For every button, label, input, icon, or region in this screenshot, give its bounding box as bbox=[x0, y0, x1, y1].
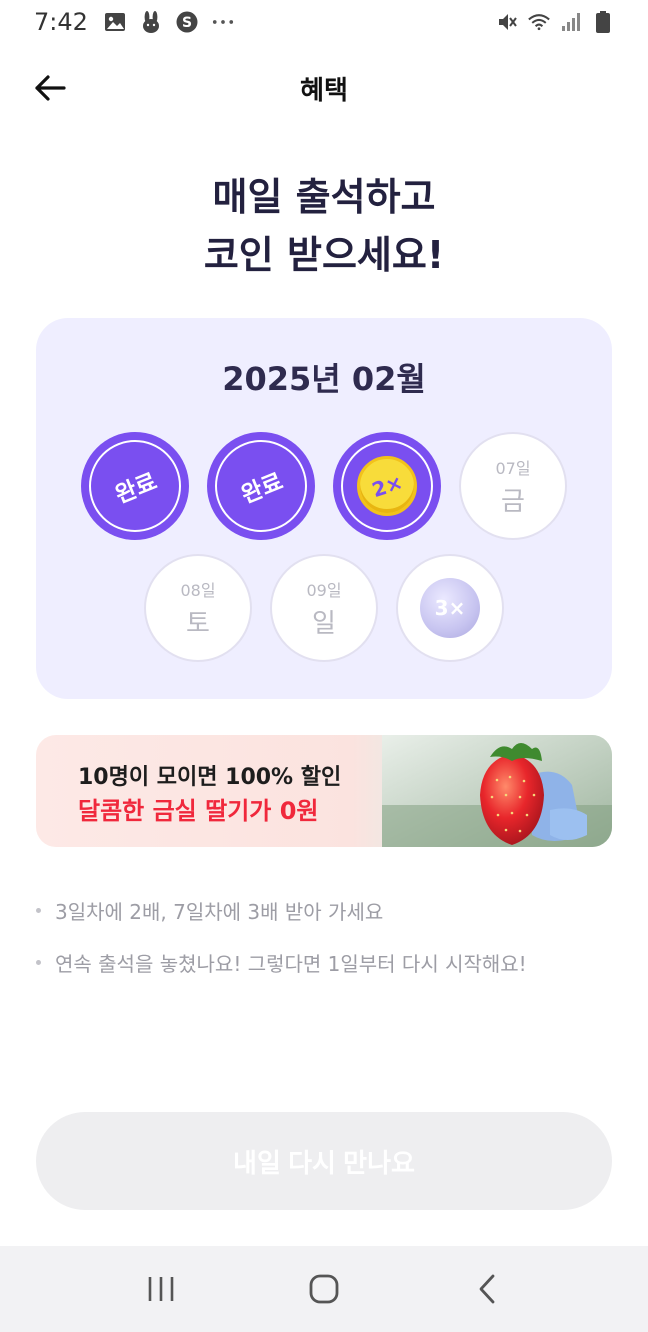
note-text: 연속 출석을 놓쳤나요! 그렇다면 1일부터 다시 시작해요! bbox=[55, 951, 527, 976]
status-bar: 7:42 S bbox=[0, 0, 648, 44]
s-app-icon: S bbox=[176, 11, 198, 33]
nav-back-button[interactable] bbox=[457, 1259, 517, 1319]
recent-apps-icon bbox=[149, 1277, 174, 1301]
back-button[interactable] bbox=[32, 70, 68, 106]
wifi-icon bbox=[528, 11, 550, 33]
month-title: 2025년 02월 bbox=[222, 360, 426, 398]
coin-3x-icon: 3× bbox=[420, 578, 480, 638]
day-weekday: 토 bbox=[186, 608, 210, 639]
day-weekday: 일 bbox=[312, 608, 336, 639]
see-you-tomorrow-button[interactable]: 내일 다시 만나요 bbox=[36, 1112, 612, 1210]
attendance-calendar-card: 2025년 02월 완료 완료 2× 07일 금 08일 토 09일 일 3× bbox=[36, 318, 612, 699]
day-weekday: 금 bbox=[501, 486, 525, 517]
note-item: 3일차에 2배, 7일차에 3배 받아 가세요 bbox=[36, 884, 612, 936]
coin-3x-label: 3× bbox=[434, 596, 466, 620]
day-stamp-done: 완료 bbox=[207, 432, 315, 540]
status-right-icons bbox=[496, 11, 614, 33]
home-icon bbox=[309, 1274, 339, 1304]
banner-subheadline: 달콤한 금실 딸기가 0원 bbox=[78, 797, 319, 825]
svg-text:S: S bbox=[182, 15, 192, 31]
day-date: 09일 bbox=[306, 580, 342, 600]
status-time: 7:42 bbox=[34, 8, 88, 36]
mute-icon bbox=[496, 11, 518, 33]
bunny-icon bbox=[140, 11, 162, 33]
app-header: 혜택 bbox=[0, 56, 648, 120]
note-text: 3일차에 2배, 7일차에 3배 받아 가세요 bbox=[55, 899, 384, 924]
more-dots-icon bbox=[212, 11, 234, 33]
hero-line-1: 매일 출석하고 bbox=[212, 175, 436, 219]
bullet-icon bbox=[36, 907, 41, 913]
image-icon bbox=[104, 11, 126, 33]
day-stamp-today-bonus: 2× bbox=[333, 432, 441, 540]
bullet-icon bbox=[36, 959, 41, 965]
page-title: 혜택 bbox=[300, 75, 348, 106]
promo-banner[interactable]: 10명이 모이면 100% 할인 달콤한 금실 딸기가 0원 bbox=[36, 735, 612, 847]
status-left-icons: S bbox=[104, 11, 234, 33]
system-nav-bar bbox=[0, 1246, 648, 1332]
back-icon bbox=[479, 1274, 495, 1304]
day-date: 07일 bbox=[495, 458, 531, 478]
day-future: 08일 토 bbox=[144, 554, 252, 662]
battery-icon bbox=[592, 11, 614, 33]
strawberry-image bbox=[382, 735, 612, 847]
day-date: 08일 bbox=[180, 580, 216, 600]
note-item: 연속 출석을 놓쳤나요! 그렇다면 1일부터 다시 시작해요! bbox=[36, 936, 612, 988]
day-bonus-3x: 3× bbox=[396, 554, 504, 662]
day-stamp-done: 완료 bbox=[81, 432, 189, 540]
day-future: 07일 금 bbox=[459, 432, 567, 540]
hero-title: 매일 출석하고 코인 받으세요! bbox=[0, 168, 648, 284]
banner-headline: 10명이 모이면 100% 할인 bbox=[78, 765, 342, 790]
home-button[interactable] bbox=[294, 1259, 354, 1319]
signal-icon bbox=[560, 11, 582, 33]
hero-line-2: 코인 받으세요! bbox=[203, 233, 445, 277]
info-notes: 3일차에 2배, 7일차에 3배 받아 가세요 연속 출석을 놓쳤나요! 그렇다… bbox=[36, 884, 612, 988]
day-future: 09일 일 bbox=[270, 554, 378, 662]
recent-apps-button[interactable] bbox=[131, 1259, 191, 1319]
arrow-left-icon bbox=[35, 75, 66, 101]
